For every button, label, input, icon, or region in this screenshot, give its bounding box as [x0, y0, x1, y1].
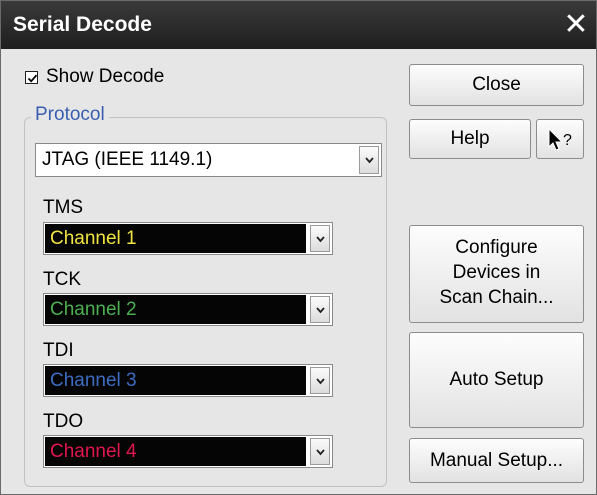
tdo-dropdown-arrow[interactable] — [310, 438, 330, 465]
tdi-dropdown-arrow[interactable] — [310, 367, 330, 394]
chevron-down-icon — [365, 157, 374, 164]
help-pointer-icon: ? — [548, 127, 572, 151]
tdo-channel-select[interactable]: Channel 4 — [43, 435, 333, 468]
configure-devices-button[interactable]: Configure Devices in Scan Chain... — [409, 225, 584, 323]
configure-button-line-3: Scan Chain... — [439, 287, 554, 308]
protocol-group-title: Protocol — [31, 104, 109, 126]
chevron-down-icon — [316, 306, 325, 313]
manual-setup-button-label: Manual Setup... — [429, 450, 564, 471]
close-button-label: Close — [472, 74, 521, 95]
help-button-label: Help — [450, 128, 490, 149]
tms-dropdown-arrow[interactable] — [310, 225, 330, 252]
tms-channel-value: Channel 1 — [50, 228, 137, 249]
tdi-channel-value: Channel 3 — [50, 370, 137, 391]
protocol-dropdown-arrow[interactable] — [359, 146, 379, 174]
dialog-title: Serial Decode — [13, 13, 152, 36]
tck-channel-value: Channel 2 — [50, 299, 137, 320]
tdo-label: TDO — [43, 411, 84, 432]
serial-decode-dialog: Serial Decode ✕ Show Decode Protocol JTA… — [0, 0, 597, 495]
auto-setup-button-label: Auto Setup — [449, 369, 544, 390]
checkmark-icon — [27, 74, 38, 83]
tck-label: TCK — [43, 269, 81, 290]
close-icon[interactable]: ✕ — [562, 10, 590, 40]
whats-this-button[interactable]: ? — [536, 119, 584, 159]
tdo-channel-value: Channel 4 — [50, 441, 137, 462]
tdi-channel-select[interactable]: Channel 3 — [43, 364, 333, 397]
show-decode-checkbox[interactable] — [25, 71, 38, 84]
help-button[interactable]: Help — [409, 119, 531, 159]
chevron-down-icon — [316, 377, 325, 384]
configure-button-line-1: Configure — [455, 237, 538, 258]
tdi-label: TDI — [43, 340, 74, 361]
protocol-selected-value: JTAG (IEEE 1149.1) — [42, 149, 213, 170]
tck-dropdown-arrow[interactable] — [310, 296, 330, 323]
show-decode-label: Show Decode — [46, 66, 165, 87]
tck-channel-select[interactable]: Channel 2 — [43, 293, 333, 326]
protocol-select[interactable]: JTAG (IEEE 1149.1) — [35, 143, 382, 177]
auto-setup-button[interactable]: Auto Setup — [409, 332, 584, 428]
close-button[interactable]: Close — [409, 64, 584, 106]
configure-button-line-2: Devices in — [452, 262, 541, 283]
title-bar: Serial Decode ✕ — [1, 1, 596, 49]
manual-setup-button[interactable]: Manual Setup... — [409, 438, 584, 483]
tms-channel-select[interactable]: Channel 1 — [43, 222, 333, 255]
chevron-down-icon — [316, 235, 325, 242]
chevron-down-icon — [316, 448, 325, 455]
svg-text:?: ? — [563, 132, 572, 149]
tms-label: TMS — [43, 197, 84, 218]
